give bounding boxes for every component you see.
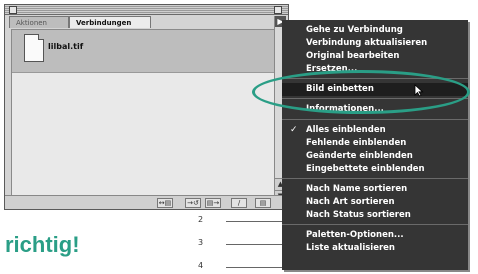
step-number: 2: [198, 215, 204, 224]
palette-flyout-menu: Gehe zu Verbindung Verbindung aktualisie…: [282, 20, 468, 270]
file-name: lilbal.tif: [48, 42, 84, 51]
step-number: 3: [198, 238, 204, 247]
links-list: lilbal.tif: [11, 29, 275, 197]
goto-link-button[interactable]: →↺: [185, 198, 201, 208]
relink-button[interactable]: ↔▤: [157, 198, 173, 208]
list-item[interactable]: lilbal.tif: [12, 30, 274, 73]
highlight-ellipse: [252, 70, 470, 114]
menu-item-original-bearbeiten[interactable]: Original bearbeiten: [282, 50, 468, 63]
file-icon: [24, 34, 44, 62]
menu-item-label: Alles einblenden: [306, 125, 386, 135]
menu-item-geaenderte-einblenden[interactable]: Geänderte einblenden: [282, 150, 468, 163]
step-number: 4: [198, 261, 204, 270]
menu-item-nach-status-sortieren[interactable]: Nach Status sortieren: [282, 209, 468, 222]
menu-item-paletten-optionen[interactable]: Paletten-Optionen...: [282, 229, 468, 242]
embed-button[interactable]: ▤: [255, 198, 271, 208]
menu-divider: [282, 224, 468, 225]
menu-item-verbindung-aktualisieren[interactable]: Verbindung aktualisieren: [282, 37, 468, 50]
palette-tabs: Aktionen Verbindungen: [7, 16, 276, 29]
menu-item-nach-name-sortieren[interactable]: Nach Name sortieren: [282, 183, 468, 196]
update-link-button[interactable]: ▤→: [205, 198, 221, 208]
menu-item-liste-aktualisieren[interactable]: Liste aktualisieren: [282, 242, 468, 255]
menu-divider: [282, 119, 468, 120]
links-palette: Aktionen Verbindungen lilbal.tif ▶ ▲ ▼ ↔…: [4, 4, 289, 210]
rule-line: [226, 267, 282, 268]
palette-titlebar[interactable]: [5, 5, 288, 15]
palette-bottom-bar: ↔▤ →↺ ▤→ / ▤: [5, 195, 288, 209]
checkmark-icon: ✓: [290, 125, 298, 135]
rule-line: [226, 221, 282, 222]
tab-aktionen[interactable]: Aktionen: [9, 16, 69, 28]
rule-line: [226, 244, 282, 245]
close-icon[interactable]: [9, 6, 17, 14]
correct-label: richtig!: [5, 232, 80, 257]
menu-item-fehlende-einblenden[interactable]: Fehlende einblenden: [282, 137, 468, 150]
menu-item-gehe-zu-verbindung[interactable]: Gehe zu Verbindung: [282, 24, 468, 37]
edit-original-button[interactable]: /: [231, 198, 247, 208]
menu-item-nach-art-sortieren[interactable]: Nach Art sortieren: [282, 196, 468, 209]
tab-verbindungen[interactable]: Verbindungen: [69, 16, 151, 28]
menu-item-alles-einblenden[interactable]: ✓ Alles einblenden: [282, 124, 468, 137]
menu-item-eingebettete-einblenden[interactable]: Eingebettete einblenden: [282, 163, 468, 176]
menu-divider: [282, 178, 468, 179]
zoom-icon[interactable]: [274, 6, 282, 14]
